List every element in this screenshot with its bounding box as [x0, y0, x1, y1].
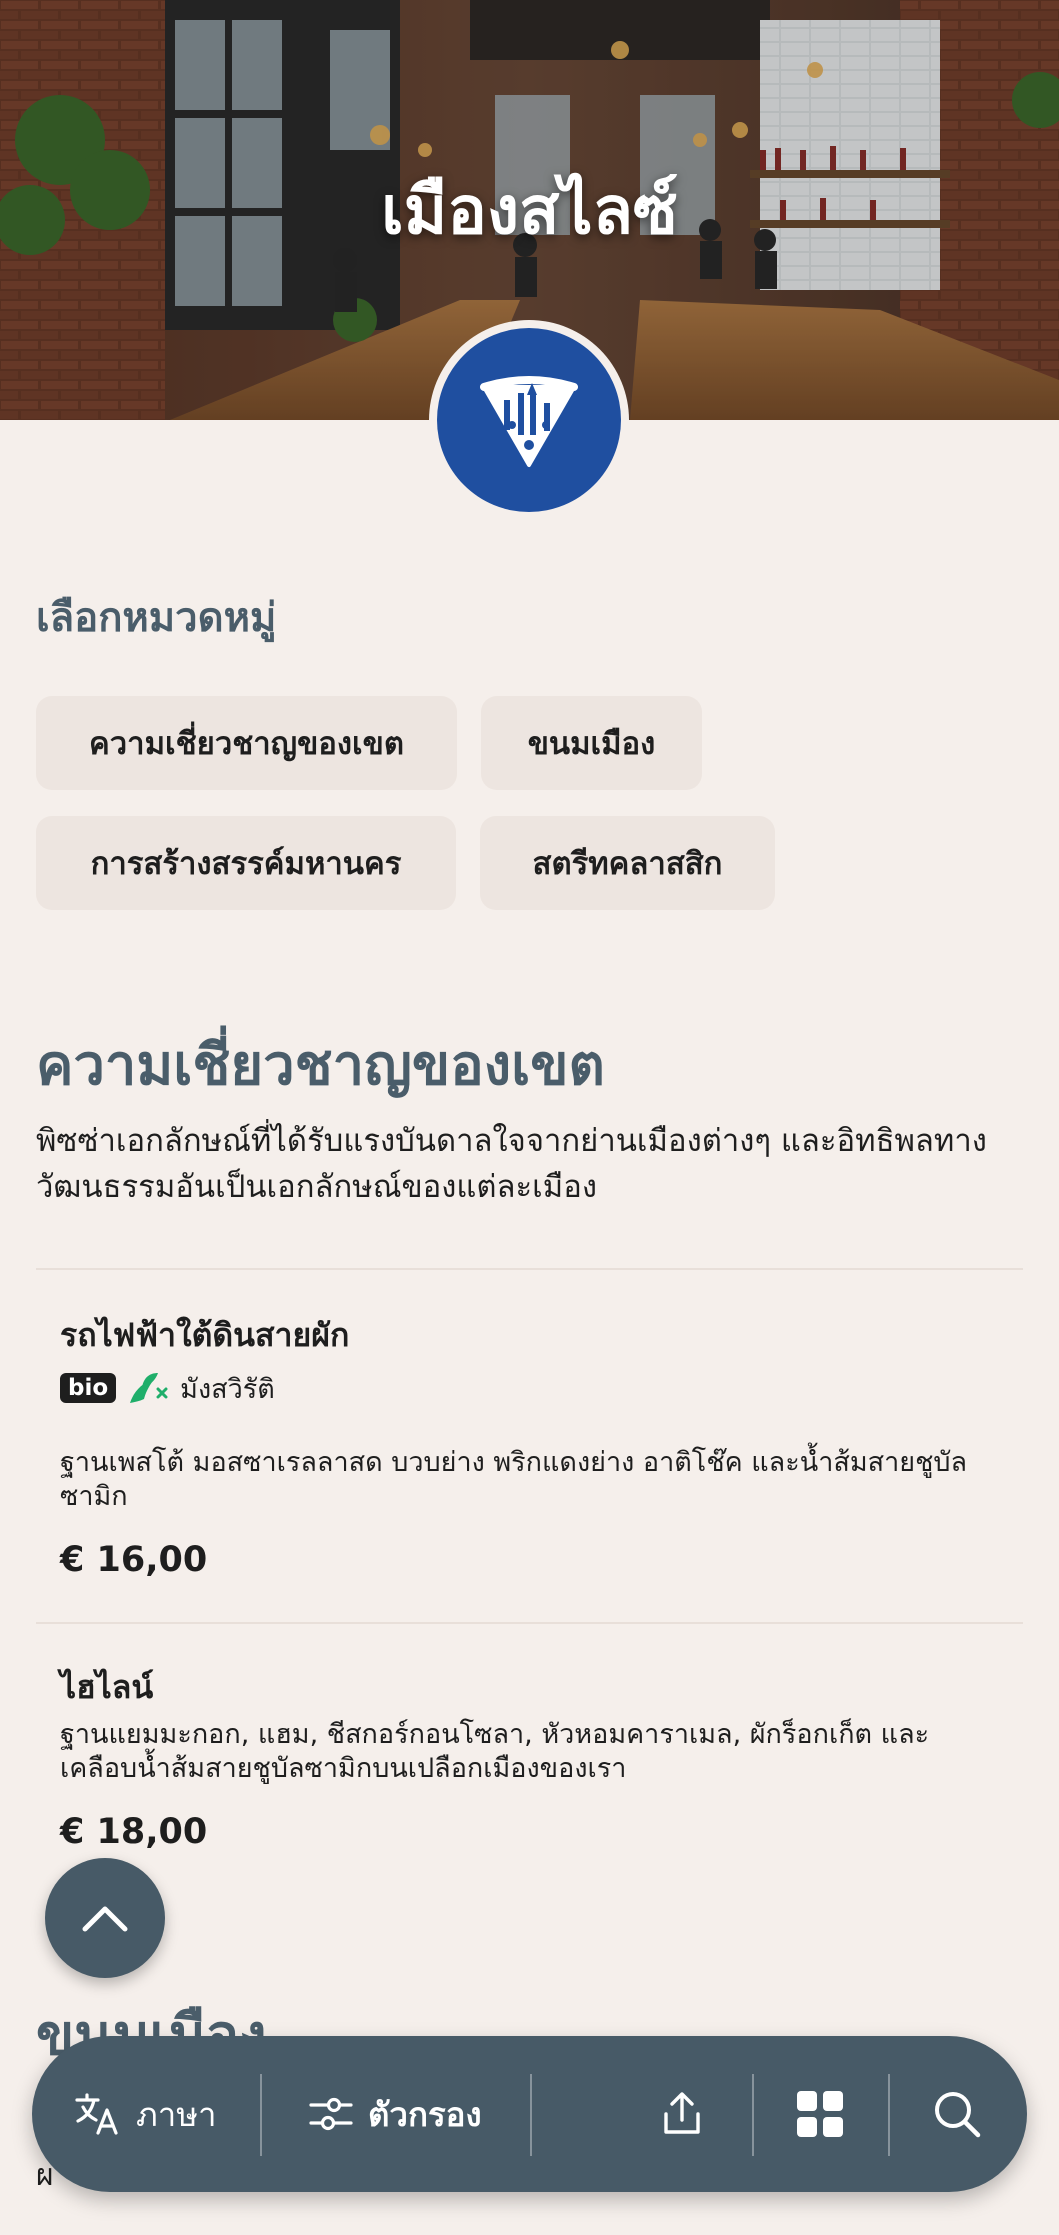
diet-label: มังสวิรัติ — [180, 1373, 275, 1405]
bar-separator — [530, 2074, 532, 2156]
language-label: ภาษา — [136, 2094, 217, 2134]
filter-label: ตัวกรอง — [368, 2094, 482, 2134]
divider — [36, 1622, 1023, 1624]
category-chip-district[interactable]: ความเชี่ยวชาญของเขต — [36, 696, 457, 790]
pizza-slice-icon — [480, 376, 578, 467]
menu-item-description: ฐานแยมมะกอก, แฮม, ชีสกอร์กอนโซลา, หัวหอม… — [60, 1719, 930, 1784]
menu-section-description: พิซซ่าเอกลักษณ์ที่ได้รับแรงบันดาลใจจากย่… — [36, 1123, 987, 1205]
bar-separator — [888, 2074, 890, 2156]
category-select-label: เลือกหมวดหมู่ — [36, 595, 277, 641]
share-icon — [664, 2092, 700, 2134]
share-button[interactable] — [658, 2036, 706, 2192]
filter-button[interactable]: ตัวกรอง — [308, 2036, 482, 2192]
language-button[interactable]: ภาษา — [74, 2036, 217, 2192]
category-chip-street-classic[interactable]: สตรีทคลาสสิก — [480, 816, 775, 910]
divider — [36, 1268, 1023, 1270]
menu-item-description: ฐานเพสโต้ มอสซาเรลลาสด บวบย่าง พริกแดงย่… — [60, 1447, 968, 1512]
menu-section-title: ความเชี่ยวชาญของเขต — [36, 1033, 605, 1098]
menu-item-name[interactable]: รถไฟฟ้าใต้ดินสายผัก — [60, 1310, 349, 1361]
vegetarian-icon — [130, 1373, 168, 1403]
restaurant-logo — [429, 320, 629, 520]
search-icon — [935, 2092, 981, 2138]
menu-item-name[interactable]: ไฮไลน์ — [60, 1662, 153, 1713]
menu-item-price: € 18,00 — [60, 1812, 208, 1852]
sliders-icon — [309, 2097, 353, 2131]
category-chip-city-snacks[interactable]: ขนมเมือง — [481, 696, 702, 790]
translate-icon — [75, 2093, 118, 2135]
restaurant-name: เมืองสไลซ์ — [381, 172, 678, 249]
chevron-up-icon — [82, 1906, 128, 1932]
menu-item-price: € 16,00 — [60, 1540, 208, 1580]
bar-separator — [260, 2074, 262, 2156]
bottom-action-bar: ภาษา ตัวกรอง — [32, 2036, 1027, 2192]
scroll-to-top-button[interactable] — [45, 1858, 165, 1978]
search-button[interactable] — [932, 2036, 982, 2192]
bar-separator — [752, 2074, 754, 2156]
grid-icon — [797, 2091, 843, 2137]
logo-badge — [437, 328, 621, 512]
grid-view-button[interactable] — [795, 2036, 845, 2192]
category-chip-metropolis[interactable]: การสร้างสรรค์มหานคร — [36, 816, 456, 910]
menu-item-tags: bio มังสวิรัติ — [60, 1368, 275, 1408]
bio-badge: bio — [60, 1373, 117, 1403]
